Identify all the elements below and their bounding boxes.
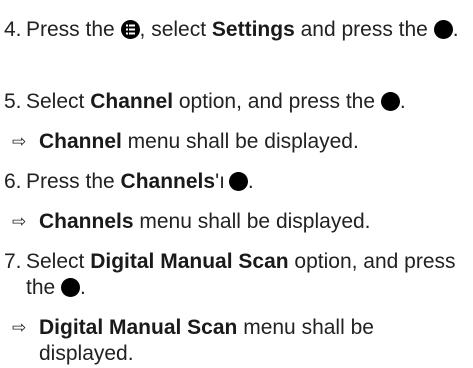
step-6: 6. Press the Channels'ı. bbox=[0, 169, 473, 195]
result-arrow-icon: ⇨ bbox=[12, 132, 27, 152]
step-text: Select Channel option, and press the . bbox=[26, 90, 406, 113]
result-arrow-icon: ⇨ bbox=[12, 318, 27, 338]
result-text: Digital Manual Scan menu shall be displa… bbox=[39, 316, 374, 365]
step-text: Press the Channels'ı. bbox=[26, 170, 254, 193]
step-text: Select Digital Manual Scan option, and p… bbox=[26, 250, 456, 299]
step-4: 4. Press the , select Settings and press… bbox=[0, 17, 473, 69]
step-7: 7. Select Digital Manual Scan option, an… bbox=[0, 249, 473, 301]
result-text: Channel menu shall be displayed. bbox=[39, 130, 359, 153]
settings-label: Settings bbox=[211, 18, 295, 41]
result-text: Channels menu shall be displayed. bbox=[39, 210, 371, 233]
result-arrow-icon: ⇨ bbox=[12, 212, 27, 232]
ok-button-icon bbox=[61, 278, 81, 297]
digital-manual-scan-label: Digital Manual Scan bbox=[90, 250, 289, 273]
step-number: 5. bbox=[4, 90, 22, 113]
step-number: 6. bbox=[4, 170, 22, 193]
result-digital-manual-scan-menu: ⇨ Digital Manual Scan menu shall be disp… bbox=[0, 315, 473, 367]
step-text: Press the , select Settings and press th… bbox=[26, 18, 459, 41]
step-number: 7. bbox=[4, 250, 22, 273]
instruction-list: 4. Press the , select Settings and press… bbox=[0, 0, 473, 368]
channels-label: Channels bbox=[120, 170, 216, 193]
result-channels-menu: ⇨ Channels menu shall be displayed. bbox=[0, 209, 473, 235]
channel-label: Channel bbox=[90, 90, 174, 113]
step-5: 5. Select Channel option, and press the … bbox=[0, 89, 473, 115]
step-number: 4. bbox=[4, 18, 22, 41]
ok-button-icon bbox=[433, 20, 453, 39]
result-channel-menu: ⇨ Channel menu shall be displayed. bbox=[0, 129, 473, 155]
menu-button-icon bbox=[120, 20, 140, 39]
ok-button-icon bbox=[228, 172, 248, 191]
ok-button-icon bbox=[380, 92, 400, 111]
